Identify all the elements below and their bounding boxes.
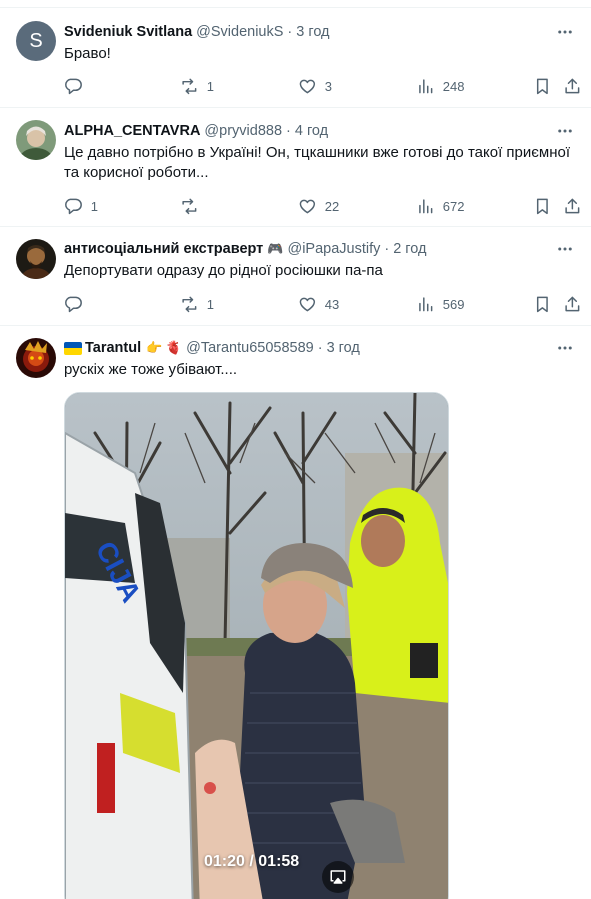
share-icon [565, 296, 580, 311]
action-bar: 1 43 569 [64, 294, 580, 314]
tweet-text: Браво! [64, 45, 111, 62]
tweet-text: Депортувати одразу до рідної росіюшки па… [64, 262, 383, 279]
avatar[interactable] [16, 338, 56, 378]
tweet-2[interactable]: ALPHA_CENTAVRA @pryvid888 · 4 год Це дав… [0, 108, 591, 227]
display-name[interactable]: Svideniuk Svitlana [64, 24, 192, 40]
share-icon [565, 198, 580, 213]
like-count: 22 [324, 198, 340, 214]
view-count: 672 [442, 198, 465, 214]
tweet-text: Це давно потрібно в Україні! Он, тцкашни… [64, 143, 575, 183]
tweet-text-line: Це давно потрібно в Україні! Он, тцкашни… [64, 144, 571, 161]
like-count: 43 [324, 296, 340, 312]
share-icon [565, 78, 580, 93]
reply-icon [65, 198, 82, 214]
share-button[interactable] [563, 294, 582, 314]
repost-icon [182, 296, 197, 312]
repost-count: 1 [206, 78, 214, 94]
more-options-icon[interactable] [555, 121, 575, 141]
airplay-icon [330, 870, 346, 884]
like-count: 3 [324, 78, 332, 94]
view-count: 248 [442, 78, 465, 94]
reply-button[interactable]: 1 [64, 196, 98, 216]
bookmark-icon [536, 78, 548, 94]
tweet-text-line: та корисної роботи... [64, 164, 209, 181]
user-handle[interactable]: @Tarantu65058589 [186, 340, 314, 356]
heart-icon [299, 79, 316, 93]
like-button[interactable]: 43 [298, 294, 339, 314]
like-button[interactable]: 3 [298, 76, 332, 96]
analytics-icon [419, 79, 433, 93]
user-handle[interactable]: @SvideniukS [196, 24, 283, 40]
video-frame: CIJA [65, 393, 448, 899]
tweet-header: антисоціальний екстраверт 🎮 @iPapaJustif… [64, 239, 575, 259]
bookmark-button[interactable] [533, 76, 552, 96]
video-player[interactable]: CIJA 01:20 / 01:58 [64, 392, 449, 899]
share-button[interactable] [563, 196, 582, 216]
bookmark-icon [536, 296, 548, 312]
avatar-letter: S [29, 29, 43, 52]
video-duration: 01:58 [258, 853, 300, 870]
reply-button[interactable] [64, 76, 91, 96]
avatar[interactable] [16, 239, 56, 279]
repost-icon [182, 78, 197, 94]
repost-icon [182, 198, 197, 214]
tweet-3[interactable]: антисоціальний екстраверт 🎮 @iPapaJustif… [0, 227, 591, 326]
separator-dot: · [287, 24, 293, 40]
more-options-icon[interactable] [555, 338, 575, 358]
like-button[interactable]: 22 [298, 196, 339, 216]
tweet-text: рускіх же тоже убівают.... [64, 361, 238, 378]
analytics-icon [419, 199, 433, 213]
timestamp[interactable]: 3 год [296, 24, 329, 40]
avatar[interactable] [16, 120, 56, 160]
reply-icon [65, 78, 82, 94]
views-button[interactable]: 248 [416, 76, 464, 96]
reply-button[interactable] [64, 294, 91, 314]
tweet-header: ALPHA_CENTAVRA @pryvid888 · 4 год [64, 121, 575, 141]
tweet-1[interactable]: S Svideniuk Svitlana @SvideniukS · 3 год… [0, 8, 591, 108]
views-button[interactable]: 672 [416, 196, 464, 216]
repost-button[interactable]: 1 [180, 76, 214, 96]
analytics-icon [419, 297, 433, 311]
avatar[interactable]: S [16, 21, 56, 61]
timestamp[interactable]: 2 год [393, 241, 426, 257]
repost-count: 1 [206, 296, 214, 312]
cast-button[interactable] [322, 861, 354, 893]
gamepad-icon: 🎮 [267, 241, 284, 256]
separator-dot: · [286, 123, 291, 139]
ukraine-flag-icon [64, 341, 82, 355]
display-name[interactable]: Tarantul [85, 340, 141, 356]
action-bar: 1 3 248 [64, 76, 580, 96]
user-handle[interactable]: @pryvid888 [204, 123, 282, 139]
view-count: 569 [442, 296, 465, 312]
action-bar: 1 22 672 [64, 196, 580, 216]
views-button[interactable]: 569 [416, 294, 464, 314]
bookmark-icon [536, 198, 548, 214]
tweet-header: Tarantul 👉 🫀 @Tarantu65058589 · 3 год [64, 338, 575, 358]
repost-button[interactable]: 1 [180, 294, 214, 314]
separator-dot: · [384, 241, 390, 257]
separator-dot: · [317, 340, 323, 356]
timestamp[interactable]: 3 год [327, 340, 360, 356]
video-elapsed: 01:20 [204, 853, 245, 870]
more-options-icon[interactable] [555, 239, 575, 259]
reply-count: 1 [90, 198, 98, 214]
video-timecode: 01:20 / 01:58 [204, 853, 300, 870]
bookmark-button[interactable] [533, 294, 552, 314]
reply-icon [65, 296, 82, 312]
display-name[interactable]: антисоціальний екстраверт [64, 241, 263, 257]
user-handle[interactable]: @iPapaJustify [287, 241, 380, 257]
timestamp[interactable]: 4 год [295, 123, 328, 139]
bookmark-button[interactable] [533, 196, 552, 216]
heart-icon [299, 297, 316, 311]
share-button[interactable] [563, 76, 582, 96]
repost-button[interactable] [180, 196, 207, 216]
pointing-hand-icon: 👉 🫀 [146, 340, 183, 355]
heart-icon [299, 199, 316, 213]
tweet-4[interactable]: Tarantul 👉 🫀 @Tarantu65058589 · 3 год ру… [0, 326, 591, 899]
display-name[interactable]: ALPHA_CENTAVRA [64, 123, 200, 139]
more-options-icon[interactable] [555, 22, 575, 42]
tweet-header: Svideniuk Svitlana @SvideniukS · 3 год [64, 22, 575, 42]
